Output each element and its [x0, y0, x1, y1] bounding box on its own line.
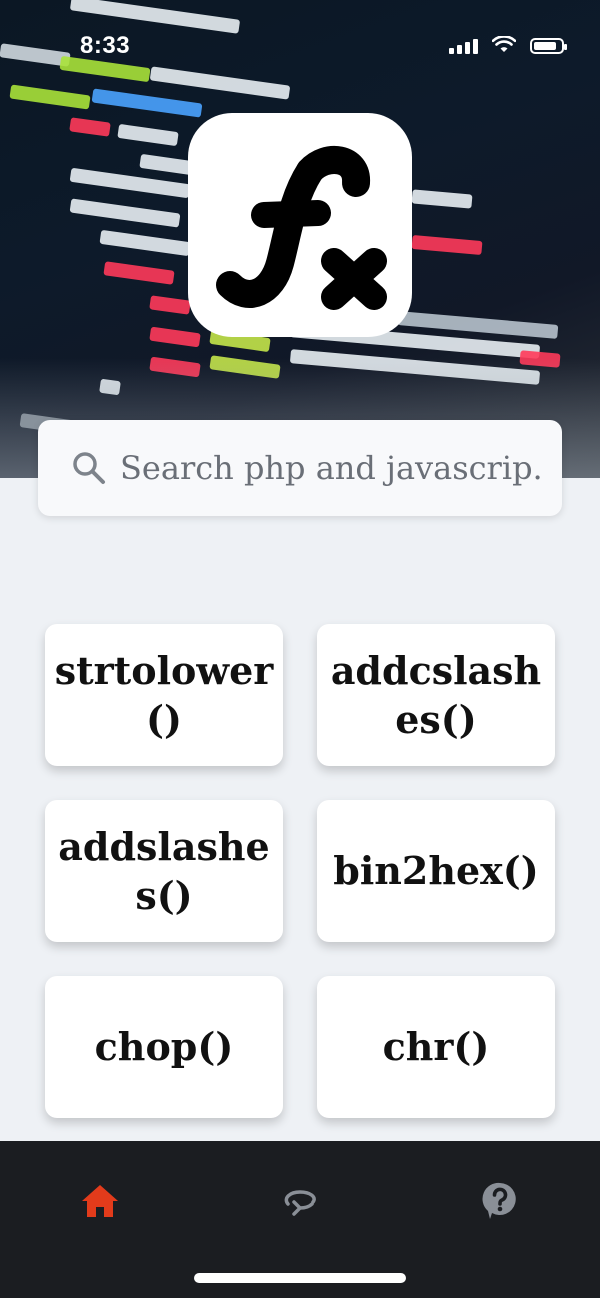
function-card-label: addcslashes() [330, 647, 542, 742]
search-input[interactable] [118, 448, 542, 488]
nav-help[interactable] [470, 1171, 530, 1231]
status-icons [449, 36, 567, 54]
function-card-chop[interactable]: chop() [45, 976, 283, 1118]
battery-icon [530, 38, 567, 54]
cellular-signal-icon [449, 39, 478, 54]
nav-rotate[interactable] [270, 1171, 330, 1231]
function-fx-icon [216, 146, 387, 310]
search-bar[interactable] [38, 420, 562, 516]
status-bar: 8:33 [0, 0, 600, 90]
nav-home[interactable] [70, 1171, 130, 1231]
function-card-label: bin2hex() [333, 848, 539, 894]
function-card-addcslashes[interactable]: addcslashes() [317, 624, 555, 766]
function-grid: strtolower() addcslashes() addslashes() … [45, 624, 555, 1118]
app-logo [188, 113, 412, 337]
home-icon [82, 1185, 118, 1217]
search-icon [73, 452, 105, 484]
function-card-chr[interactable]: chr() [317, 976, 555, 1118]
function-card-label: strtolower() [54, 647, 274, 742]
function-card-label: chr() [382, 1024, 490, 1070]
function-card-label: addslashes() [58, 823, 270, 918]
help-icon [482, 1182, 516, 1219]
status-time: 8:33 [80, 32, 131, 59]
wifi-icon [492, 36, 516, 52]
home-indicator [194, 1273, 406, 1283]
function-card-strtolower[interactable]: strtolower() [45, 624, 283, 766]
function-card-label: chop() [94, 1024, 234, 1070]
function-card-addslashes[interactable]: addslashes() [45, 800, 283, 942]
rotate-icon [284, 1190, 316, 1216]
function-card-bin2hex[interactable]: bin2hex() [317, 800, 555, 942]
